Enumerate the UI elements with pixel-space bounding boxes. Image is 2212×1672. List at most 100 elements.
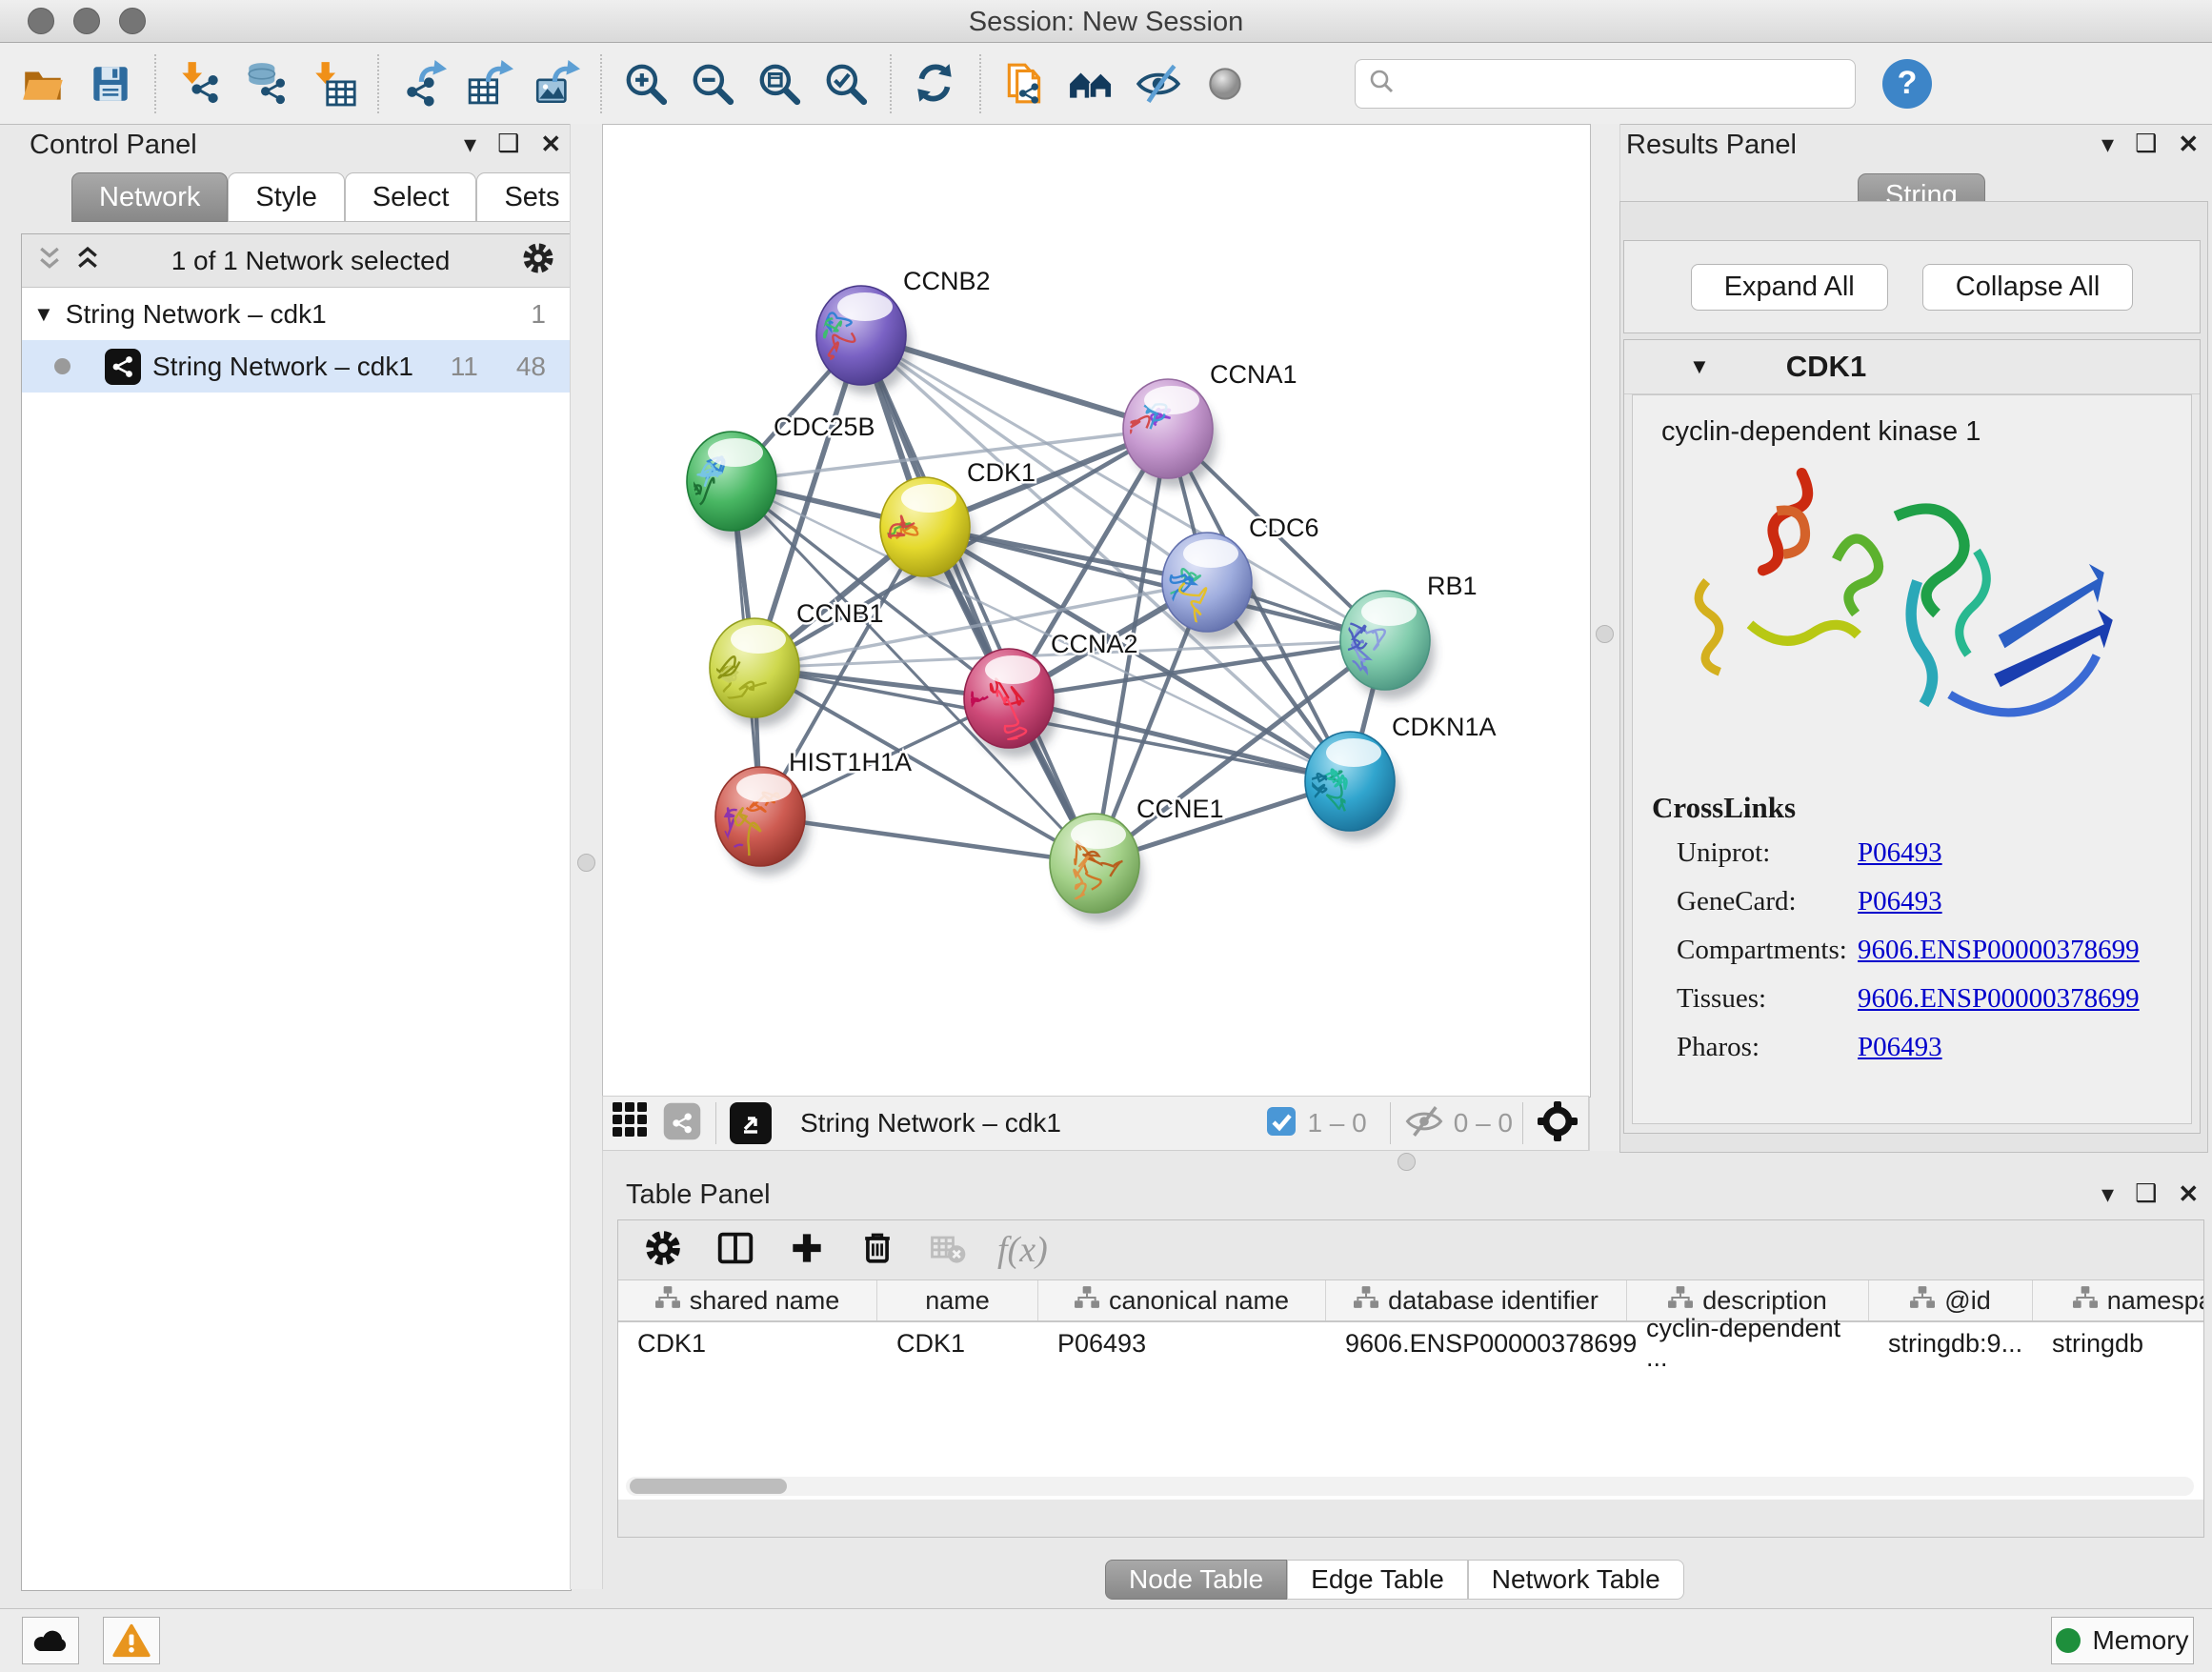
network-canvas[interactable]: CCNB2CCNA1CDC25BCDK1CDC6RB1CCNB1CCNA2CDK… bbox=[602, 124, 1591, 1098]
selected-checkbox-icon[interactable] bbox=[1265, 1105, 1297, 1142]
node-CCNB2[interactable]: CCNB2 bbox=[810, 267, 990, 394]
float-panel-icon[interactable]: ❑ bbox=[497, 131, 519, 156]
cloud-icon bbox=[32, 1626, 69, 1655]
column-header-namespace[interactable]: namespace bbox=[2033, 1280, 2203, 1320]
table-row[interactable]: CDK1CDK1P064939606.ENSP00000378699cyclin… bbox=[618, 1322, 2203, 1364]
fit-selected-icon[interactable] bbox=[1537, 1100, 1579, 1147]
tab-network[interactable]: Network bbox=[71, 172, 228, 222]
table-options-gear-icon[interactable] bbox=[641, 1226, 685, 1275]
entry-expander-icon[interactable]: ▼ bbox=[1689, 354, 1710, 379]
close-table-icon[interactable]: ✕ bbox=[2178, 1181, 2199, 1206]
zoom-fit-button[interactable] bbox=[753, 57, 806, 111]
string-network-graph[interactable]: CCNB2CCNA1CDC25BCDK1CDC6RB1CCNB1CCNA2CDK… bbox=[603, 125, 1590, 1097]
node-RB1[interactable]: RB1 bbox=[1336, 572, 1478, 699]
tab-style[interactable]: Style bbox=[228, 172, 344, 222]
render-detail-button[interactable] bbox=[1198, 57, 1252, 111]
table-cell[interactable]: 9606.ENSP00000378699 bbox=[1326, 1322, 1627, 1364]
results-expand-box: Expand All Collapse All bbox=[1623, 240, 2201, 333]
crosslink-link[interactable]: P06493 bbox=[1858, 886, 1942, 917]
node-CDKN1A[interactable]: CDKN1A bbox=[1300, 713, 1496, 840]
thumbnail-grid-icon[interactable] bbox=[613, 1102, 651, 1145]
node-CDC6[interactable]: CDC6 bbox=[1162, 514, 1319, 647]
collapse-all-button[interactable]: Collapse All bbox=[1922, 264, 2134, 311]
delete-table-icon bbox=[927, 1227, 969, 1274]
collapse-panel-icon[interactable]: ▾ bbox=[464, 131, 476, 156]
expand-all-button[interactable]: Expand All bbox=[1691, 264, 1888, 311]
help-button[interactable]: ? bbox=[1882, 59, 1932, 109]
open-file-button[interactable] bbox=[17, 57, 70, 111]
column-header-shared-name[interactable]: shared name bbox=[618, 1280, 877, 1320]
column-header-database-identifier[interactable]: database identifier bbox=[1326, 1280, 1627, 1320]
column-type-icon bbox=[1075, 1286, 1099, 1316]
search-input[interactable] bbox=[1403, 68, 1843, 99]
houses-button[interactable] bbox=[1065, 57, 1118, 111]
collapse-all-networks-icon[interactable] bbox=[35, 244, 64, 277]
column-header-canonical-name[interactable]: canonical name bbox=[1038, 1280, 1326, 1320]
zoom-selected-button[interactable] bbox=[819, 57, 873, 111]
tab-node-table[interactable]: Node Table bbox=[1105, 1560, 1287, 1600]
node-label-CCNA1: CCNA1 bbox=[1210, 360, 1297, 389]
crosslink-link[interactable]: P06493 bbox=[1858, 1032, 1942, 1063]
bottom-splitter-handle[interactable] bbox=[1398, 1153, 1416, 1171]
cloud-button[interactable] bbox=[22, 1617, 79, 1664]
zoom-out-button[interactable] bbox=[686, 57, 739, 111]
export-image-button[interactable] bbox=[530, 57, 583, 111]
crosslink-link[interactable]: 9606.ENSP00000378699 bbox=[1858, 983, 2140, 1015]
node-CCNA1[interactable]: CCNA1 bbox=[1115, 360, 1297, 488]
warning-button[interactable] bbox=[103, 1617, 160, 1664]
node-table[interactable]: shared namenamecanonical namedatabase id… bbox=[618, 1279, 2203, 1500]
tab-edge-table[interactable]: Edge Table bbox=[1287, 1560, 1468, 1600]
refresh-button[interactable] bbox=[909, 57, 962, 111]
network-collection-row[interactable]: ▼ String Network – cdk1 1 bbox=[22, 288, 571, 340]
column-header--id[interactable]: @id bbox=[1869, 1280, 2033, 1320]
export-table-button[interactable] bbox=[463, 57, 516, 111]
table-hscrollbar[interactable] bbox=[626, 1477, 2194, 1496]
table-cell[interactable]: CDK1 bbox=[877, 1322, 1038, 1364]
clone-network-button[interactable] bbox=[998, 57, 1052, 111]
table-cell[interactable]: P06493 bbox=[1038, 1322, 1326, 1364]
node-CCNE1[interactable]: CCNE1 bbox=[1050, 795, 1224, 922]
search-box[interactable] bbox=[1355, 59, 1856, 109]
tab-network-table[interactable]: Network Table bbox=[1468, 1560, 1684, 1600]
column-header-name[interactable]: name bbox=[877, 1280, 1038, 1320]
table-cell[interactable]: CDK1 bbox=[618, 1322, 877, 1364]
table-cell[interactable]: stringdb bbox=[2033, 1322, 2203, 1364]
expand-all-networks-icon[interactable] bbox=[73, 244, 102, 277]
close-results-icon[interactable]: ✕ bbox=[2178, 131, 2199, 156]
enhanced-labels-button[interactable] bbox=[1132, 57, 1185, 111]
add-column-icon[interactable] bbox=[786, 1227, 828, 1274]
tab-select[interactable]: Select bbox=[345, 172, 477, 222]
node-layer: CCNB2CCNA1CDC25BCDK1CDC6RB1CCNB1CCNA2CDK… bbox=[687, 267, 1497, 922]
float-table-icon[interactable]: ❑ bbox=[2135, 1181, 2157, 1206]
delete-column-icon[interactable] bbox=[856, 1227, 898, 1274]
table-cell[interactable]: cyclin-dependent ... bbox=[1627, 1322, 1869, 1364]
save-session-button[interactable] bbox=[84, 57, 137, 111]
show-columns-icon[interactable] bbox=[714, 1226, 757, 1275]
network-share-icon[interactable] bbox=[662, 1101, 702, 1146]
toolbar-groups bbox=[0, 54, 1269, 113]
import-table-button[interactable] bbox=[307, 57, 360, 111]
tree-expander-icon[interactable]: ▼ bbox=[33, 302, 54, 327]
right-splitter-handle[interactable] bbox=[1596, 625, 1614, 643]
hscroll-thumb[interactable] bbox=[630, 1479, 787, 1494]
network-options-gear-icon[interactable] bbox=[519, 239, 557, 282]
crosslink-link[interactable]: P06493 bbox=[1858, 837, 1942, 869]
close-panel-icon[interactable]: ✕ bbox=[540, 131, 561, 156]
import-database-button[interactable] bbox=[240, 57, 293, 111]
node-HIST1H1A[interactable]: HIST1H1A bbox=[715, 748, 912, 876]
edge-HIST1H1A-CCNE1[interactable] bbox=[760, 816, 1095, 863]
float-results-icon[interactable]: ❑ bbox=[2135, 131, 2157, 156]
birds-eye-toggle[interactable] bbox=[730, 1102, 772, 1144]
zoom-in-button[interactable] bbox=[619, 57, 673, 111]
left-splitter-handle[interactable] bbox=[577, 854, 595, 872]
memory-button[interactable]: Memory bbox=[2051, 1617, 2194, 1664]
collapse-table-icon[interactable]: ▾ bbox=[2101, 1181, 2114, 1206]
export-network-button[interactable] bbox=[396, 57, 450, 111]
collapse-results-icon[interactable]: ▾ bbox=[2101, 131, 2114, 156]
results-entry-header[interactable]: ▼ CDK1 bbox=[1624, 340, 2200, 394]
table-cell[interactable]: stringdb:9... bbox=[1869, 1322, 2033, 1364]
network-row[interactable]: String Network – cdk1 11 48 bbox=[22, 340, 571, 393]
import-network-button[interactable] bbox=[173, 57, 227, 111]
crosslink-link[interactable]: 9606.ENSP00000378699 bbox=[1858, 935, 2140, 966]
edge-CCNB2-CCNE1[interactable] bbox=[861, 335, 1095, 863]
